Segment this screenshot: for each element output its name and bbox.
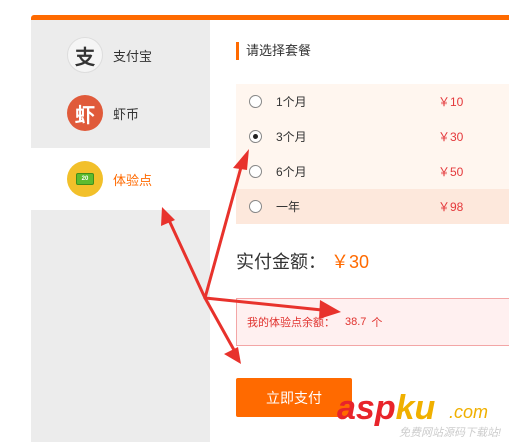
plan-option[interactable]: 一年 ￥98	[236, 189, 509, 224]
payment-method-label: 支付宝	[113, 48, 153, 64]
total-value: ￥30	[331, 252, 370, 272]
watermark-logo: aspku	[337, 388, 435, 428]
ticket-icon: 20	[76, 173, 94, 185]
watermark-com: .com	[449, 402, 489, 422]
points-icon: 20	[67, 161, 103, 197]
plan-name: 3个月	[276, 130, 307, 144]
alipay-icon: 支	[67, 37, 103, 73]
payment-method-sidebar: 支 支付宝 虾 虾币 20 体验点	[31, 20, 211, 442]
balance-unit: 个	[371, 317, 383, 329]
watermark-tagline: 免费网站源码下载站!	[399, 427, 502, 439]
payment-method-label: 虾币	[113, 106, 140, 122]
radio-button[interactable]	[249, 165, 262, 178]
watermark: aspku .com 免费网站源码下载站!	[337, 388, 509, 442]
payment-method-label: 体验点	[113, 172, 153, 188]
total-amount: 实付金额： ￥30	[236, 248, 369, 274]
plan-name: 1个月	[276, 95, 307, 109]
radio-button[interactable]	[249, 95, 262, 108]
balance-label: 我的体验点余额：	[247, 317, 335, 329]
plan-options: 1个月 ￥10 3个月 ￥30 6个月 ￥50 一年 ￥98	[236, 84, 509, 224]
section-title: 请选择套餐	[236, 42, 311, 60]
watermark-ku: ku	[395, 389, 436, 427]
plan-price: ￥30	[438, 130, 464, 144]
balance-value: 38.7	[345, 316, 367, 328]
plan-option[interactable]: 3个月 ￥30	[236, 119, 509, 154]
plan-price: ￥10	[438, 95, 464, 109]
payment-method-alipay[interactable]: 支 支付宝	[31, 26, 210, 84]
radio-button[interactable]	[249, 200, 262, 213]
plan-option[interactable]: 1个月 ￥10	[236, 84, 509, 119]
plan-price: ￥50	[438, 165, 464, 179]
payment-method-xiabi[interactable]: 虾 虾币	[31, 84, 210, 142]
plan-price: ￥98	[438, 200, 464, 214]
radio-button[interactable]	[249, 130, 262, 143]
pay-now-button[interactable]: 立即支付	[236, 378, 352, 417]
alipay-icon-glyph: 支	[75, 46, 95, 69]
plan-option[interactable]: 6个月 ￥50	[236, 154, 509, 189]
watermark-asp: asp	[337, 389, 396, 427]
ticket-icon-glyph: 20	[81, 176, 89, 182]
payment-panel: 请选择套餐 1个月 ￥10 3个月 ￥30 6个月 ￥50 一年 ￥98 实付金…	[210, 20, 509, 442]
plan-name: 一年	[276, 200, 301, 214]
xiabi-icon: 虾	[67, 95, 103, 131]
total-label: 实付金额：	[236, 252, 326, 272]
payment-method-points[interactable]: 20 体验点	[31, 148, 211, 210]
xiabi-icon-glyph: 虾	[75, 104, 95, 127]
plan-name: 6个月	[276, 165, 307, 179]
points-balance-box: 我的体验点余额： 38.7 个	[236, 298, 509, 346]
